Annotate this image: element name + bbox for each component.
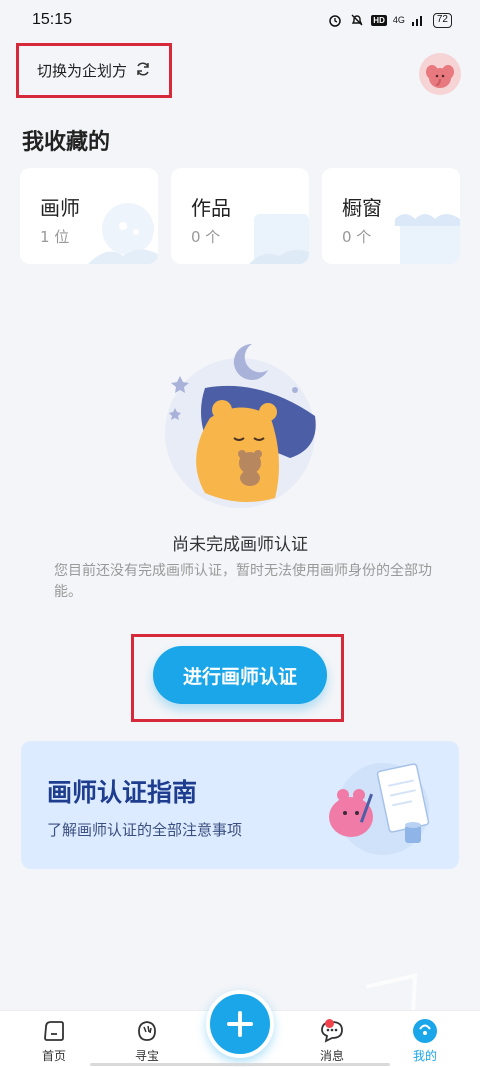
avatar-elephant-icon [426,65,454,88]
card-decoration-icon [88,203,158,264]
home-icon [40,1017,68,1045]
signal-icon [411,12,427,28]
message-icon [318,1017,346,1045]
tab-home[interactable]: 首页 [24,1017,84,1067]
home-indicator [90,1063,390,1066]
guide-title: 画师认证指南 [47,778,198,807]
mute-bell-icon [349,12,365,28]
tab-mine[interactable]: 我的 [395,1017,455,1067]
fav-card-name: 作品 [191,196,231,220]
empty-state-description: 您目前还没有完成画师认证，暂时无法使用画师身份的全部功能。 [54,563,432,600]
create-fab-button[interactable] [206,990,274,1058]
mine-icon [411,1017,439,1045]
fav-card-artists[interactable]: 画师 1 位 [20,168,158,264]
tab-label: 寻宝 [134,1049,159,1063]
tab-label: 首页 [41,1049,66,1063]
fav-card-count: 1 位 [40,228,70,246]
fav-card-showcase[interactable]: 橱窗 0 个 [322,168,460,264]
fav-card-count: 0 个 [191,228,221,246]
fav-card-name: 橱窗 [342,196,382,220]
favorites-title: 我收藏的 [22,130,111,155]
alarm-icon [327,12,343,28]
guide-subtitle: 了解画师认证的全部注意事项 [47,821,243,839]
certification-guide-card[interactable]: 画师认证指南 了解画师认证的全部注意事项 [21,741,459,869]
card-decoration-icon [395,214,460,264]
unread-badge [325,1019,334,1028]
tab-label: 消息 [319,1049,344,1063]
switch-role-label: 切换为企划方 [36,62,127,80]
fav-card-count: 0 个 [342,228,372,246]
plus-icon [227,1011,253,1037]
network-label: 4G [392,15,405,25]
status-time: 15:15 [32,11,73,28]
status-bar: 15:15 HD 4G 72 [0,0,480,40]
switch-role-button[interactable]: 切换为企划方 [16,43,172,98]
sleeping-character-illustration [165,343,316,508]
avatar[interactable] [419,53,461,95]
status-icons: HD 4G 72 [327,12,452,28]
favorites-cards: 画师 1 位 作品 0 个 橱窗 0 个 [20,168,460,264]
fav-card-name: 画师 [40,196,80,220]
card-decoration-icon [249,214,309,264]
tab-treasure[interactable]: 寻宝 [117,1017,177,1067]
battery-indicator: 72 [432,12,452,28]
start-certification-button[interactable]: 进行画师认证 [153,646,327,704]
fav-card-works[interactable]: 作品 0 个 [171,168,309,264]
empty-state-title: 尚未完成画师认证 [172,535,308,555]
treasure-icon [133,1017,161,1045]
tab-label: 我的 [412,1049,437,1063]
certification-button-highlight: 进行画师认证 [131,634,344,722]
tab-messages[interactable]: 消息 [302,1017,362,1067]
refresh-icon [135,61,151,81]
hd-badge: HD [371,14,387,26]
guide-illustration [329,763,430,855]
